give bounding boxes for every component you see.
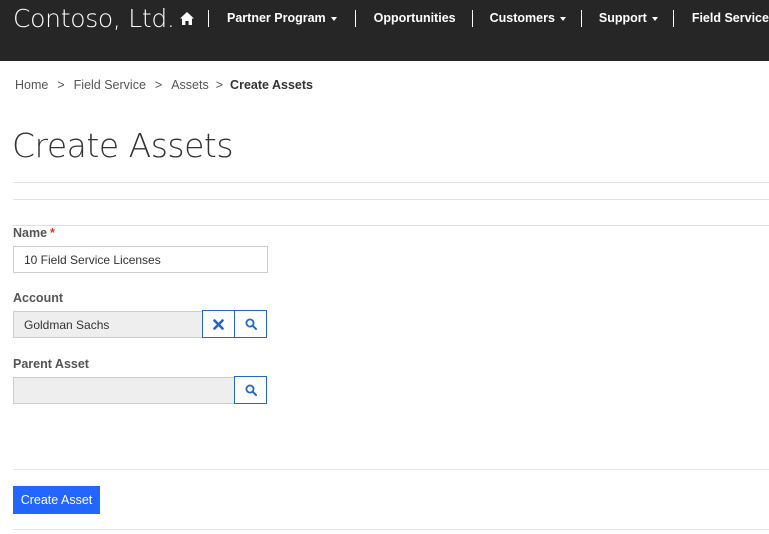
nav-customers-label: Customers: [489, 11, 555, 25]
nav-divider: [580, 9, 582, 27]
top-navigation-bar: Contoso, Ltd. Partner Program Opportunit…: [0, 0, 769, 61]
nav-field-service-label: Field Service: [691, 11, 769, 25]
close-icon: [213, 318, 224, 330]
nav-field-service[interactable]: Field Service: [692, 8, 769, 28]
search-parent-asset-button[interactable]: [234, 376, 267, 404]
chevron-down-icon: [330, 17, 337, 21]
breadcrumb-separator: >: [215, 78, 224, 92]
nav-opportunities-label: Opportunities: [373, 11, 456, 25]
account-field-value: Goldman Sachs: [24, 317, 110, 332]
form-section-header: [13, 199, 769, 226]
chevron-down-icon: [651, 17, 658, 21]
breadcrumb-home[interactable]: Home: [15, 78, 48, 92]
breadcrumb-separator: >: [154, 78, 163, 92]
search-icon: [245, 318, 257, 330]
brand-logo[interactable]: Contoso, Ltd.: [13, 4, 175, 33]
nav-customers[interactable]: Customers: [490, 8, 566, 28]
nav-support-label: Support: [598, 11, 647, 25]
chevron-down-icon: [559, 17, 566, 21]
search-account-button[interactable]: [234, 310, 267, 338]
main-nav: Partner Program Opportunities Customers …: [172, 8, 769, 28]
name-label: Name *: [13, 226, 55, 240]
breadcrumb-separator: >: [57, 78, 65, 92]
nav-divider: [672, 9, 674, 27]
account-label: Account: [13, 291, 63, 305]
clear-account-button[interactable]: [202, 310, 235, 338]
parent-asset-label: Parent Asset: [13, 357, 89, 371]
title-divider: [13, 182, 769, 183]
footer-divider: [13, 529, 769, 530]
name-label-text: Name: [13, 226, 48, 240]
nav-divider: [354, 9, 356, 27]
breadcrumb-assets[interactable]: Assets: [171, 78, 209, 92]
nav-partner-program[interactable]: Partner Program: [227, 8, 337, 28]
create-asset-button[interactable]: Create Asset: [13, 486, 100, 514]
parent-asset-field: [13, 377, 235, 404]
breadcrumb-field-service[interactable]: Field Service: [74, 78, 146, 92]
name-field[interactable]: 10 Field Service Licenses: [13, 246, 268, 273]
nav-support[interactable]: Support: [599, 8, 658, 28]
nav-divider: [471, 9, 473, 27]
actions-divider: [13, 469, 769, 470]
home-icon[interactable]: [180, 8, 194, 28]
name-field-value: 10 Field Service Licenses: [24, 252, 161, 267]
nav-partner-program-label: Partner Program: [227, 11, 326, 25]
account-field: Goldman Sachs: [13, 311, 203, 338]
nav-divider: [208, 9, 209, 27]
breadcrumb: Home > Field Service > Assets > Create A…: [15, 78, 313, 92]
page-title: Create Assets: [12, 126, 234, 165]
nav-opportunities[interactable]: Opportunities: [374, 8, 456, 28]
search-icon: [245, 384, 257, 396]
required-indicator: *: [50, 226, 55, 240]
breadcrumb-current: Create Assets: [230, 78, 313, 92]
